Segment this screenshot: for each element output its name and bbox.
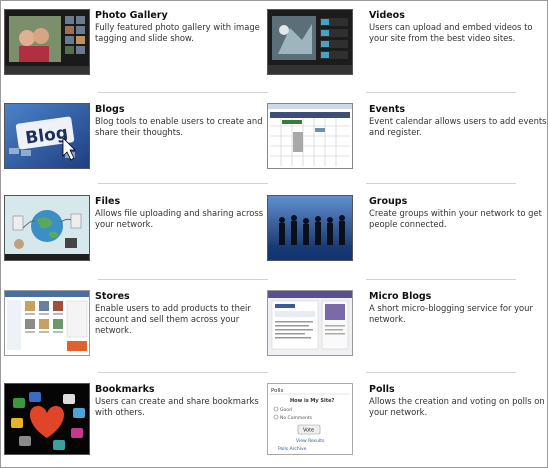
feature-polls[interactable]: Polls How is My Site? Good No Comments V…: [0, 374, 548, 464]
feature-micro-blogs[interactable]: Micro Blogs A short micro-blogging servi…: [0, 281, 548, 371]
microblog-thumbnail[interactable]: [267, 290, 353, 356]
divider: [366, 92, 516, 93]
polls-thumb-question: How is My Site?: [290, 398, 334, 404]
groups-icon: [268, 196, 352, 260]
divider: [98, 372, 268, 373]
polls-thumbnail[interactable]: Polls How is My Site? Good No Comments V…: [267, 383, 353, 455]
feature-groups[interactable]: Groups Create groups within your network…: [0, 186, 548, 276]
videos-icon: [268, 10, 352, 74]
feature-title: Videos: [369, 10, 405, 21]
feature-title: Events: [369, 104, 406, 115]
feature-description: Event calendar allows users to add event…: [369, 116, 547, 137]
divider: [98, 92, 268, 93]
polls-thumb-header: Polls: [271, 388, 284, 394]
feature-events[interactable]: Events Event calendar allows users to ad…: [0, 94, 548, 184]
divider: [98, 279, 268, 280]
feature-title: Groups: [369, 196, 408, 207]
feature-description: A short micro-blogging service for your …: [369, 303, 533, 324]
polls-thumb-option2: No Comments: [280, 415, 313, 421]
polls-thumb-option1: Good: [280, 407, 292, 413]
microblog-icon: [268, 291, 352, 355]
calendar-icon: [268, 104, 352, 168]
polls-icon: Polls How is My Site? Good No Comments V…: [268, 384, 352, 454]
feature-videos[interactable]: Videos Users can upload and embed videos…: [0, 0, 548, 90]
divider: [366, 279, 516, 280]
feature-title: Polls: [369, 384, 395, 395]
divider: [98, 183, 268, 184]
feature-description: Create groups within your network to get…: [369, 208, 542, 229]
polls-thumb-results: View Results: [296, 438, 325, 444]
feature-title: Micro Blogs: [369, 291, 432, 302]
polls-thumb-vote: Vote: [303, 428, 314, 434]
feature-description: Users can upload and embed videos to you…: [369, 22, 533, 43]
polls-thumb-archive: Polls Archive: [278, 446, 307, 452]
videos-thumbnail[interactable]: [267, 9, 353, 75]
groups-thumbnail[interactable]: [267, 195, 353, 261]
feature-description: Allows the creation and voting on polls …: [369, 396, 545, 417]
divider: [366, 372, 516, 373]
divider: [366, 183, 516, 184]
calendar-thumbnail[interactable]: [267, 103, 353, 169]
